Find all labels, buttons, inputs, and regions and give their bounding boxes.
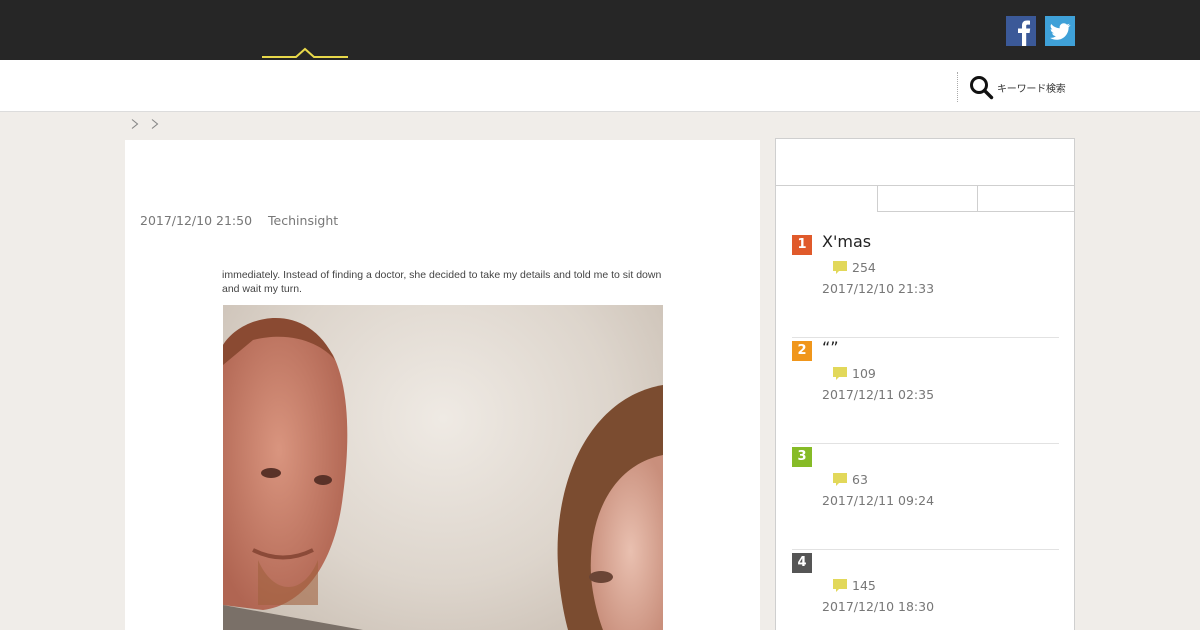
- comment-icon: [833, 261, 847, 274]
- rank-number-badge: 3: [792, 447, 812, 467]
- logo-accent-icon: [262, 47, 348, 58]
- nav-bar: キーワード検索: [0, 60, 1200, 112]
- article: 2017/12/10 21:50 Techinsight immediately…: [125, 140, 760, 630]
- ranking-item-date: 2017/12/10 18:30: [822, 599, 935, 614]
- image-caption-text: immediately. Instead of finding a doctor…: [222, 269, 662, 295]
- comment-icon: [833, 579, 847, 592]
- ranking-sidebar: 1 X'mas 254 2017/12/10 21:33 2 “” 109 20…: [775, 138, 1075, 630]
- breadcrumb: [129, 118, 161, 130]
- chevron-right-icon: [151, 119, 159, 129]
- rank-number-badge: 4: [792, 553, 812, 573]
- ranking-item[interactable]: 1 X'mas 254 2017/12/10 21:33: [792, 232, 1059, 338]
- article-date: 2017/12/10 21:50: [140, 213, 253, 228]
- ranking-item[interactable]: 3 63 2017/12/11 09:24: [792, 444, 1059, 550]
- tab-ranking-3[interactable]: [977, 186, 1075, 212]
- comment-count-value: 254: [852, 260, 876, 275]
- facebook-icon[interactable]: [1006, 16, 1036, 46]
- article-author[interactable]: Techinsight: [268, 213, 338, 228]
- comment-count-value: 145: [852, 578, 876, 593]
- tab-ranking-1[interactable]: [776, 186, 877, 212]
- article-image: immediately. Instead of finding a doctor…: [222, 266, 664, 630]
- nav-divider: [957, 72, 958, 102]
- top-header: [0, 0, 1200, 60]
- keyword-search-button[interactable]: キーワード検索: [968, 73, 1066, 101]
- twitter-icon[interactable]: [1045, 16, 1075, 46]
- ranking-tabs: [776, 186, 1075, 212]
- ranking-item-date: 2017/12/11 02:35: [822, 387, 935, 402]
- comment-count: 145: [833, 578, 876, 593]
- ranking-item[interactable]: 2 “” 109 2017/12/11 02:35: [792, 338, 1059, 444]
- rank-number-badge: 2: [792, 341, 812, 361]
- selfie-photo: [223, 305, 663, 630]
- comment-icon: [833, 473, 847, 486]
- comment-count: 254: [833, 260, 876, 275]
- comment-count-value: 109: [852, 366, 876, 381]
- ranking-item-title[interactable]: “”: [822, 338, 839, 357]
- comment-count: 109: [833, 366, 876, 381]
- tab-ranking-2[interactable]: [877, 186, 977, 212]
- ranking-item[interactable]: 4 145 2017/12/10 18:30: [792, 550, 1059, 630]
- article-meta: 2017/12/10 21:50 Techinsight: [140, 213, 338, 228]
- comment-count: 63: [833, 472, 868, 487]
- ranking-list: 1 X'mas 254 2017/12/10 21:33 2 “” 109 20…: [792, 232, 1059, 630]
- ranking-item-date: 2017/12/10 21:33: [822, 281, 935, 296]
- rank-number-badge: 1: [792, 235, 812, 255]
- chevron-right-icon: [131, 119, 139, 129]
- comment-count-value: 63: [852, 472, 868, 487]
- ranking-item-date: 2017/12/11 09:24: [822, 493, 935, 508]
- sidebar-heading: [776, 139, 1074, 186]
- search-icon: [970, 76, 994, 100]
- ranking-item-title[interactable]: X'mas: [822, 232, 871, 251]
- search-label: キーワード検索: [997, 83, 1066, 95]
- comment-icon: [833, 367, 847, 380]
